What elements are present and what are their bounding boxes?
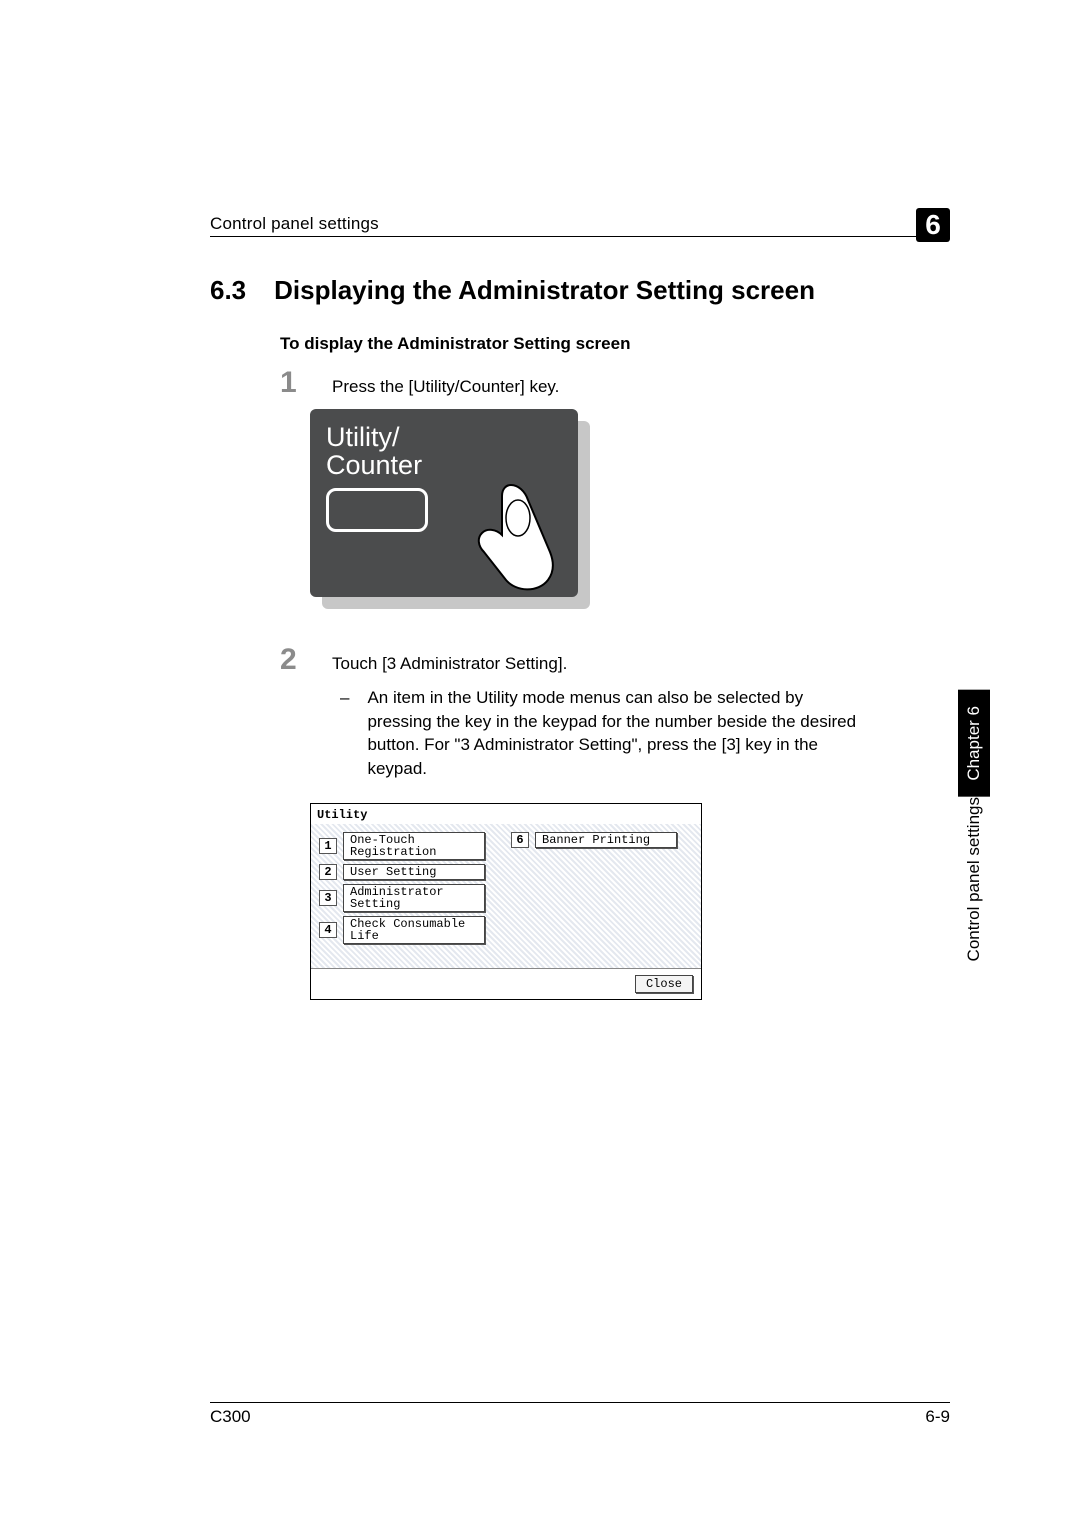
step-number: 2 — [280, 645, 308, 675]
step-2-note: – An item in the Utility mode menus can … — [340, 686, 950, 781]
menu-number: 2 — [319, 864, 337, 880]
menu-button[interactable]: User Setting — [343, 864, 485, 880]
utility-screen-title: Utility — [311, 804, 701, 824]
step-text: Touch [3 Administrator Setting]. — [332, 645, 567, 676]
key-illustration: Utility/ Counter — [310, 409, 590, 609]
running-title: Control panel settings — [210, 214, 379, 234]
utility-screen-body: 1 One-Touch Registration 2 User Setting … — [311, 824, 701, 968]
menu-item-4[interactable]: 4 Check Consumable Life — [319, 916, 693, 944]
running-header: Control panel settings 6 — [210, 200, 950, 237]
step-1: 1 Press the [Utility/Counter] key. — [280, 368, 950, 399]
section-number: 6.3 — [210, 275, 246, 306]
note-text: An item in the Utility mode menus can al… — [367, 686, 857, 781]
close-button[interactable]: Close — [635, 975, 693, 993]
section-heading: 6.3 Displaying the Administrator Setting… — [210, 275, 950, 306]
menu-item-3[interactable]: 3 Administrator Setting — [319, 884, 693, 912]
finger-press-icon — [456, 480, 556, 595]
page-footer: C300 6-9 — [210, 1402, 950, 1427]
menu-button[interactable]: Banner Printing — [535, 832, 677, 848]
menu-button[interactable]: One-Touch Registration — [343, 832, 485, 860]
document-page: Control panel settings 6 6.3 Displaying … — [0, 0, 1080, 1527]
menu-button[interactable]: Administrator Setting — [343, 884, 485, 912]
step-number: 1 — [280, 368, 308, 398]
menu-item-2[interactable]: 2 User Setting — [319, 864, 693, 880]
step-text: Press the [Utility/Counter] key. — [332, 368, 559, 399]
side-tab-chapter: Chapter 6 — [958, 690, 990, 797]
chapter-number-badge: 6 — [916, 208, 950, 242]
key-cap-icon — [326, 488, 428, 532]
key-label-line1: Utility/ — [326, 423, 562, 451]
menu-button[interactable]: Check Consumable Life — [343, 916, 485, 944]
side-tab: Chapter 6 Control panel settings — [958, 690, 990, 977]
side-tab-label: Control panel settings — [964, 797, 984, 977]
sub-heading: To display the Administrator Setting scr… — [280, 334, 950, 354]
menu-number: 1 — [319, 838, 337, 854]
menu-number: 6 — [511, 832, 529, 848]
utility-screen-footer: Close — [311, 968, 701, 999]
utility-screen: Utility 1 One-Touch Registration 2 User … — [310, 803, 702, 1000]
menu-item-6[interactable]: 6 Banner Printing — [511, 832, 677, 848]
key-label-line2: Counter — [326, 451, 562, 479]
dash-bullet-icon: – — [340, 686, 349, 781]
footer-model: C300 — [210, 1407, 251, 1427]
section-title: Displaying the Administrator Setting scr… — [274, 275, 815, 306]
utility-counter-key-panel: Utility/ Counter — [310, 409, 578, 597]
menu-number: 4 — [319, 922, 337, 938]
step-2: 2 Touch [3 Administrator Setting]. — [280, 645, 950, 676]
menu-number: 3 — [319, 890, 337, 906]
footer-page-number: 6-9 — [925, 1407, 950, 1427]
